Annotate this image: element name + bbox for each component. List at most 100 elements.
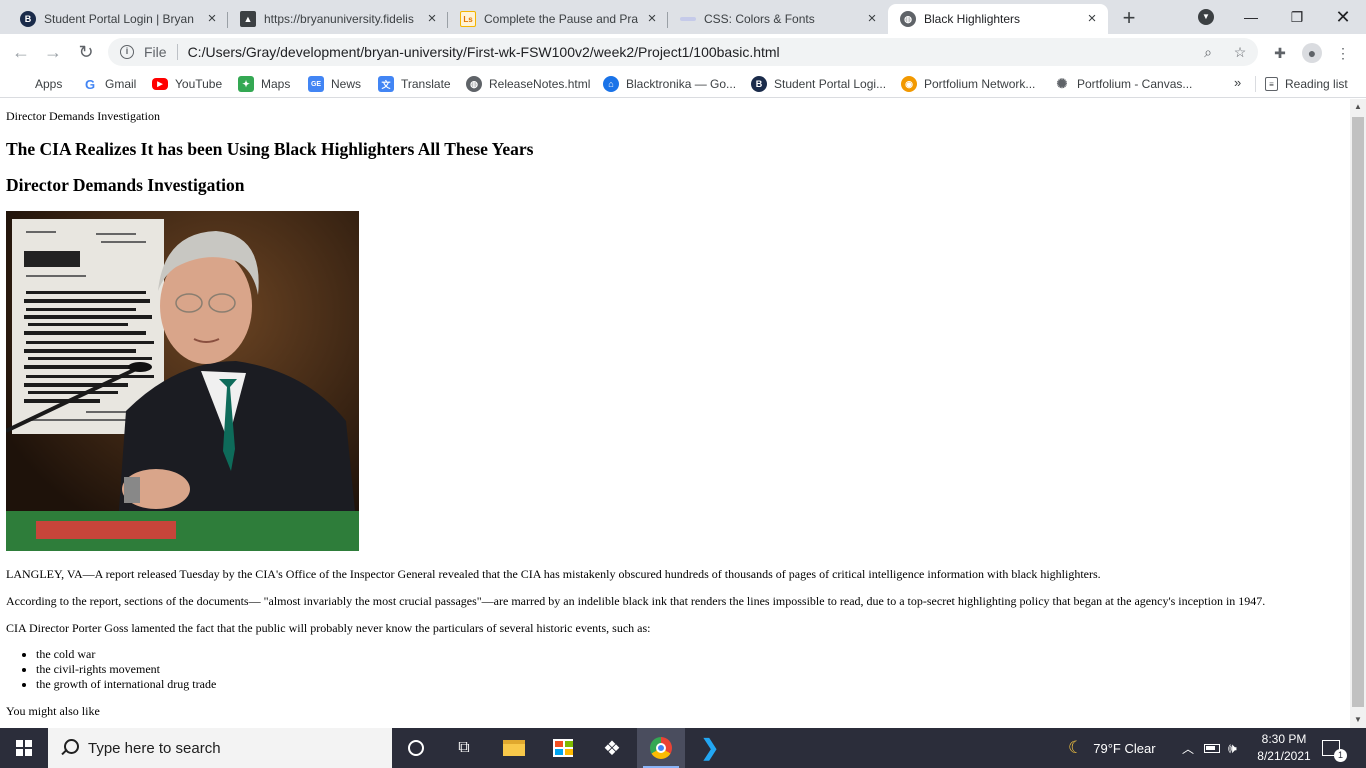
bookmark-news[interactable]: GE News	[308, 75, 361, 93]
bookmark-student-portal[interactable]: B Student Portal Logi...	[751, 75, 886, 93]
extensions-icon[interactable]: ✚	[1271, 44, 1289, 62]
subheadline: Director Demands Investigation	[6, 175, 245, 195]
divider	[176, 44, 178, 60]
start-button[interactable]	[0, 728, 48, 768]
url-text[interactable]: C:/Users/Gray/development/bryan-universi…	[188, 44, 1258, 60]
notification-center-icon[interactable]: 1	[1322, 728, 1347, 768]
canvas-icon: ✺	[1056, 76, 1068, 91]
bookmark-portfolium-network[interactable]: ◉ Portfolium Network...	[901, 75, 1035, 93]
back-icon[interactable]: ←	[9, 40, 33, 64]
institution-icon: ⌂	[603, 76, 619, 92]
scheme-label: File	[144, 44, 167, 60]
close-window-button[interactable]: ✕	[1320, 0, 1366, 34]
article-paragraph: According to the report, sections of the…	[6, 594, 1266, 608]
bookmark-label: ReleaseNotes.html	[489, 77, 591, 91]
maps-icon: ✦	[238, 76, 254, 92]
microsoft-store-icon[interactable]	[539, 728, 587, 768]
close-icon[interactable]: ×	[1084, 11, 1100, 27]
learn-icon: Ls	[460, 11, 476, 27]
bookmark-label: Maps	[261, 77, 291, 91]
bookmark-apps[interactable]: Apps	[14, 75, 62, 93]
list-item: the civil-rights movement	[36, 662, 1336, 677]
divider	[1255, 76, 1256, 92]
notification-count: 1	[1334, 749, 1347, 762]
zoom-icon[interactable]: ⌕	[1200, 44, 1216, 60]
apps-grid-icon	[14, 77, 28, 91]
forward-icon[interactable]: →	[41, 40, 65, 64]
tab-pause-and-practice[interactable]: Ls Complete the Pause and Prac ×	[448, 4, 668, 34]
bryan-university-icon: B	[20, 11, 36, 27]
address-bar[interactable]: i File C:/Users/Gray/development/bryan-u…	[108, 38, 1258, 66]
close-icon[interactable]: ×	[644, 11, 660, 27]
portfolium-icon: ◉	[901, 76, 917, 92]
bookmark-label: Student Portal Logi...	[774, 77, 887, 91]
bookmark-label: Gmail	[105, 77, 137, 91]
bookmark-label: YouTube	[175, 77, 223, 91]
moon-icon: ☾	[1068, 738, 1084, 757]
reading-list-label: Reading list	[1285, 77, 1348, 91]
close-icon[interactable]: ×	[204, 11, 220, 27]
bookmark-portfolium-canvas[interactable]: ✺ Portfolium - Canvas...	[1054, 75, 1193, 93]
restore-button[interactable]: ❐	[1274, 0, 1320, 34]
task-view-icon[interactable]: ⧉	[440, 728, 488, 768]
tab-fidelis[interactable]: ▲ https://bryanuniversity.fidelis ×	[228, 4, 448, 34]
info-icon[interactable]: i	[120, 45, 134, 59]
vscode-icon[interactable]: ❯	[686, 728, 734, 768]
new-tab-button[interactable]: +	[1116, 6, 1142, 32]
reading-list-button[interactable]: ≡ Reading list	[1265, 75, 1348, 93]
search-icon	[60, 739, 79, 757]
bookmark-translate[interactable]: 文 Translate	[378, 75, 451, 93]
show-hidden-icons-chevron-icon[interactable]: ︿	[1182, 728, 1194, 768]
chrome-icon[interactable]	[637, 728, 685, 768]
bookmarks-overflow-icon[interactable]: »	[1234, 75, 1241, 90]
tab-title: https://bryanuniversity.fidelis	[264, 12, 414, 26]
file-explorer-icon[interactable]	[490, 728, 538, 768]
tab-student-portal[interactable]: B Student Portal Login | Bryan U ×	[8, 4, 228, 34]
profile-avatar-icon[interactable]: ●	[1302, 43, 1322, 63]
weather-widget[interactable]: ☾ 79°F Clear	[1068, 728, 1156, 768]
taskbar-search-box[interactable]: Type here to search	[48, 728, 392, 768]
cortana-icon[interactable]	[392, 728, 440, 768]
page-viewport: Director Demands Investigation The CIA R…	[0, 99, 1350, 728]
close-icon[interactable]: ×	[864, 11, 880, 27]
close-icon[interactable]: ×	[424, 11, 440, 27]
dropbox-icon[interactable]: ❖	[588, 728, 636, 768]
search-placeholder: Type here to search	[88, 739, 221, 757]
youtube-icon: ▶	[152, 78, 168, 90]
globe-icon: ◍	[900, 11, 916, 27]
bookmark-maps[interactable]: ✦ Maps	[238, 75, 290, 93]
bryan-university-icon: B	[751, 76, 767, 92]
article-paragraph: LANGLEY, VA—A report released Tuesday by…	[6, 567, 1101, 581]
minimize-button[interactable]: —	[1228, 0, 1274, 34]
tab-search-icon[interactable]: ▼	[1198, 9, 1214, 25]
reload-icon[interactable]: ↻	[74, 40, 98, 64]
bookmark-star-icon[interactable]: ☆	[1232, 44, 1248, 60]
clock-date: 8/21/2021	[1257, 749, 1311, 763]
tab-strip: B Student Portal Login | Bryan U × ▲ htt…	[0, 0, 1366, 34]
windows-taskbar: Type here to search ⧉ ❖ ❯ ☾ 79°F Clear ︿…	[0, 728, 1366, 768]
tab-css-colors-fonts[interactable]: CSS: Colors & Fonts ×	[668, 4, 888, 34]
system-clock[interactable]: 8:30 PM 8/21/2021	[1246, 731, 1322, 765]
bookmark-gmail[interactable]: G Gmail	[82, 75, 136, 93]
scroll-up-arrow-icon[interactable]: ▲	[1350, 99, 1366, 115]
translate-icon: 文	[378, 76, 394, 92]
tab-title: CSS: Colors & Fonts	[704, 12, 815, 26]
news-icon: GE	[308, 76, 324, 92]
volume-icon[interactable]: 🕪	[1228, 728, 1237, 768]
bookmark-youtube[interactable]: ▶ YouTube	[152, 75, 222, 93]
tab-black-highlighters[interactable]: ◍ Black Highlighters ×	[888, 4, 1108, 34]
scroll-down-arrow-icon[interactable]: ▼	[1350, 712, 1366, 728]
bookmark-release-notes[interactable]: ◍ ReleaseNotes.html	[466, 75, 590, 93]
page-scrollbar[interactable]: ▲ ▼	[1350, 99, 1366, 728]
scrollbar-thumb[interactable]	[1352, 117, 1364, 707]
battery-icon[interactable]	[1204, 728, 1220, 768]
menu-kebab-icon[interactable]: ⋮	[1334, 44, 1352, 62]
globe-icon: ◍	[466, 76, 482, 92]
windows-logo-icon	[16, 740, 32, 756]
article-paragraph: CIA Director Porter Goss lamented the fa…	[6, 621, 651, 635]
tab-title: Complete the Pause and Prac	[484, 12, 638, 26]
clock-time: 8:30 PM	[1261, 732, 1307, 746]
bookmark-blacktronika[interactable]: ⌂ Blacktronika — Go...	[603, 75, 736, 93]
bookmarks-bar: Apps G Gmail ▶ YouTube ✦ Maps GE News 文 …	[0, 70, 1366, 98]
bookmark-label: News	[331, 77, 362, 91]
